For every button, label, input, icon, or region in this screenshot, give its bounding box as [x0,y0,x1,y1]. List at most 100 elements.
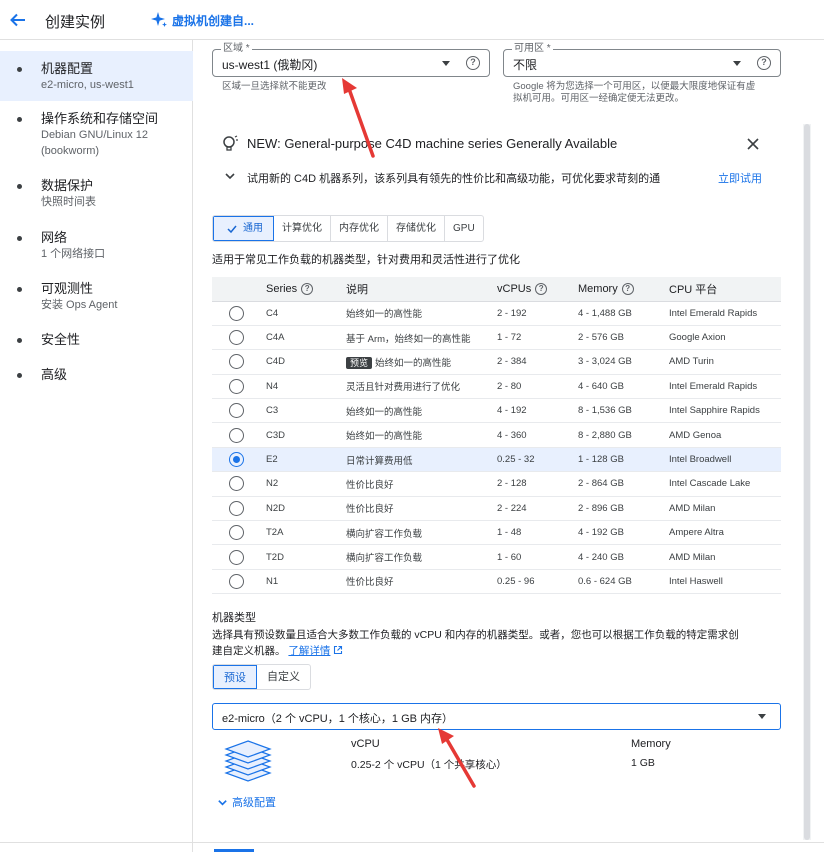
machine-type-select[interactable]: e2-micro（2 个 vCPU，1 个核心，1 GB 内存） [212,703,781,730]
table-row[interactable]: C3D 始终如一的高性能 4 - 360 8 - 2,880 GB AMD Genoa [212,422,781,448]
tab-memory-optimized[interactable]: 内存优化 [331,216,388,241]
scrollbar-thumb[interactable] [804,124,810,840]
sidebar-item-data-protection[interactable]: 数据保护 快照时间表 [0,177,193,210]
radio-cell[interactable] [212,471,266,497]
tab-general[interactable]: 通用 [213,216,274,241]
radio-button[interactable] [229,378,244,394]
table-row[interactable]: T2A 横向扩容工作负载 1 - 48 4 - 192 GB Ampere Altra [212,520,781,546]
series-desc-text: 始终如一的高性能 [346,309,423,321]
external-link-icon[interactable] [333,645,343,655]
bullet-icon [17,287,22,292]
desc-line2-text: 建自定义机器。 [212,645,286,657]
lightbulb-icon [223,135,238,151]
series-memory: 4 - 240 GB [578,544,669,570]
series-name: T2D [266,544,346,570]
learn-more-link[interactable]: 了解详情 [288,645,330,657]
table-row[interactable]: N2 性价比良好 2 - 128 2 - 864 GB Intel Cascade La… [212,471,781,497]
series-vcpus: 2 - 80 [497,374,578,400]
sidebar-item-network[interactable]: 网络 1 个网络接口 [0,229,193,262]
sidebar-item-sublabel: 安装 Ops Agent [41,299,118,311]
sidebar-item-label: 可观测性 [41,281,94,296]
table-row[interactable]: N4 灵活且针对费用进行了优化 2 - 80 4 - 640 GB Intel Emer… [212,374,781,400]
radio-cell[interactable] [212,349,266,375]
series-name: E2 [266,447,346,473]
radio-cell[interactable] [212,496,266,522]
help-icon[interactable]: ? [621,282,634,295]
radio-button[interactable] [229,354,244,370]
table-row[interactable]: N1 性价比良好 0.25 - 96 0.6 - 624 GB Intel Haswel… [212,569,781,595]
machine-type-desc-line1: 选择具有预设数量且适合大多数工作负载的 vCPU 和内存的机器类型。或者，您也可… [212,629,739,641]
tab-storage-optimized[interactable]: 存储优化 [388,216,445,241]
tab-compute-optimized[interactable]: 计算优化 [274,216,331,241]
table-header: Series? 说明 vCPUs? Memory? CPU 平台 [212,277,781,302]
series-desc: 性价比良好 [346,569,497,595]
radio-cell[interactable] [212,569,266,595]
caret-down-icon [442,61,450,66]
back-arrow-icon[interactable] [8,10,28,30]
radio-button[interactable] [229,476,244,492]
help-icon[interactable]: ? [757,56,771,70]
try-now-link[interactable]: 立即试用 [718,170,762,186]
radio-button[interactable] [229,427,244,443]
help-icon[interactable]: ? [301,282,314,295]
tab-custom[interactable]: 自定义 [257,665,310,689]
series-desc-text: 性价比良好 [346,479,394,491]
radio-cell[interactable] [212,544,266,570]
radio-button[interactable] [229,330,244,346]
series-memory: 4 - 192 GB [578,520,669,546]
table-row[interactable]: N2D 性价比良好 2 - 224 2 - 896 GB AMD Milan [212,496,781,522]
radio-button[interactable] [229,452,244,468]
series-name: N4 [266,374,346,400]
close-icon[interactable] [746,137,760,151]
radio-cell[interactable] [212,325,266,351]
chevron-down-icon[interactable] [224,170,236,182]
sidebar-item-advanced[interactable]: 高级 [0,366,193,383]
radio-button[interactable] [229,525,244,541]
series-memory: 8 - 2,880 GB [578,422,669,448]
table-row[interactable]: C4D 预览 始终如一的高性能 2 - 384 3 - 3,024 GB AMD Turi… [212,349,781,375]
table-row[interactable]: C3 始终如一的高性能 4 - 192 8 - 1,536 GB Intel Sapph… [212,398,781,424]
sparkle-icon [151,12,167,27]
help-icon[interactable]: ? [535,282,548,295]
radio-button[interactable] [229,403,244,419]
radio-cell[interactable] [212,447,266,473]
radio-cell[interactable] [212,422,266,448]
tab-preset[interactable]: 预设 [213,665,257,689]
advanced-config-toggle[interactable]: 高级配置 [217,794,276,810]
sidebar-item-machine-config[interactable]: 机器配置 e2-micro, us-west1 [0,51,193,101]
col-memory: Memory? [578,277,669,302]
help-icon[interactable]: ? [466,56,480,70]
table-row[interactable]: C4 始终如一的高性能 2 - 192 4 - 1,488 GB Intel Emera… [212,301,781,326]
sidebar-item-observability[interactable]: 可观测性 安装 Ops Agent [0,280,193,313]
machine-type-value: e2-micro（2 个 vCPU，1 个核心，1 GB 内存） [222,713,454,725]
radio-cell[interactable] [212,520,266,546]
sidebar-item-os-storage[interactable]: 操作系统和存储空间 Debian GNU/Linux 12 (bookworm) [0,110,193,159]
zone-select[interactable]: 可用区 * 不限 ? [503,43,781,77]
banner-title: NEW: General-purpose C4D machine series … [247,136,618,151]
series-desc: 始终如一的高性能 [346,422,497,448]
radio-button[interactable] [229,549,244,565]
radio-button[interactable] [229,305,244,321]
radio-cell[interactable] [212,398,266,424]
series-platform: Intel Emerald Rapids [669,374,781,400]
sidebar-item-security[interactable]: 安全性 [0,331,193,348]
radio-button[interactable] [229,573,244,589]
bullet-icon [17,338,22,343]
series-vcpus: 1 - 60 [497,544,578,570]
table-row[interactable]: C4A 基于 Arm，始终如一的高性能 1 - 72 2 - 576 GB Google… [212,325,781,351]
region-value: us-west1 (俄勒冈) [222,58,318,72]
table-row[interactable]: T2D 横向扩容工作负载 1 - 60 4 - 240 GB AMD Milan [212,544,781,570]
vm-create-from-link[interactable]: 虚拟机创建自... [150,11,254,29]
series-desc: 始终如一的高性能 [346,301,497,326]
sidebar-item-label: 机器配置 [41,61,94,76]
series-desc: 性价比良好 [346,471,497,497]
series-desc-text: 始终如一的高性能 [375,357,452,369]
series-table: Series? 说明 vCPUs? Memory? CPU 平台 C4 始终如一的… [212,277,781,595]
radio-cell[interactable] [212,374,266,400]
table-row[interactable]: E2 日常计算费用低 0.25 - 32 1 - 128 GB Intel Broadw… [212,447,781,473]
radio-cell[interactable] [212,301,266,326]
radio-button[interactable] [229,500,244,516]
tab-gpu[interactable]: GPU [445,216,483,241]
bullet-icon [17,117,22,122]
sidebar-item-label: 数据保护 [41,178,94,193]
